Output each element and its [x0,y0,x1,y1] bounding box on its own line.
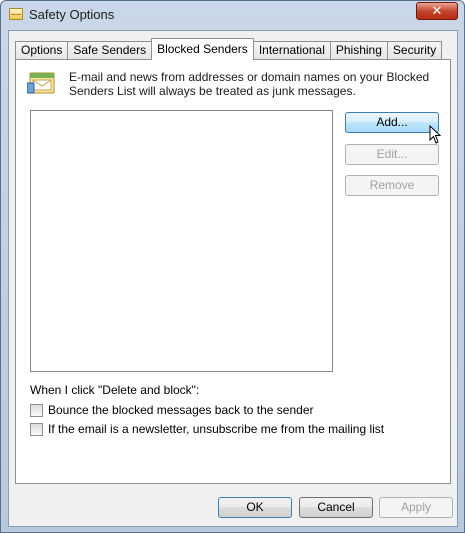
title-bar[interactable]: Safety Options ✕ [1,1,464,29]
tab-blocked-senders[interactable]: Blocked Senders [151,38,254,60]
window-title: Safety Options [29,7,115,22]
tab-phishing[interactable]: Phishing [329,41,388,60]
remove-button[interactable]: Remove [345,175,439,196]
mouse-pointer-icon [429,125,441,144]
add-button[interactable]: Add... [345,112,441,144]
blocked-senders-list[interactable] [30,110,333,372]
tab-strip: Options Safe Senders Blocked Senders Int… [15,38,443,60]
info-text: E-mail and news from addresses or domain… [69,70,430,98]
unsubscribe-label: If the email is a newsletter, unsubscrib… [48,422,385,436]
dialog-client: Options Safe Senders Blocked Senders Int… [8,30,458,527]
dialog-window: Safety Options ✕ Options Safe Senders Bl… [0,0,465,533]
bounce-checkbox[interactable] [30,403,43,417]
blocked-senders-panel: E-mail and news from addresses or domain… [15,59,451,484]
add-button-label: Add... [376,115,408,129]
delete-and-block-label: When I click "Delete and block": [30,383,200,397]
tab-international[interactable]: International [252,41,331,60]
apply-button[interactable]: Apply [379,497,453,518]
edit-button[interactable]: Edit... [345,144,439,165]
bounce-label: Bounce the blocked messages back to the … [48,403,314,417]
tab-safe-senders[interactable]: Safe Senders [67,41,153,60]
mail-envelope-icon [27,72,55,94]
unsubscribe-checkbox[interactable] [30,422,43,436]
close-button[interactable]: ✕ [416,2,458,20]
ok-button[interactable]: OK [218,497,292,518]
cancel-button[interactable]: Cancel [299,497,373,518]
bounce-option[interactable]: Bounce the blocked messages back to the … [30,403,314,417]
unsubscribe-option[interactable]: If the email is a newsletter, unsubscrib… [30,422,384,436]
tab-options[interactable]: Options [15,41,69,60]
tab-security[interactable]: Security [386,41,443,60]
mail-app-icon [9,8,23,20]
